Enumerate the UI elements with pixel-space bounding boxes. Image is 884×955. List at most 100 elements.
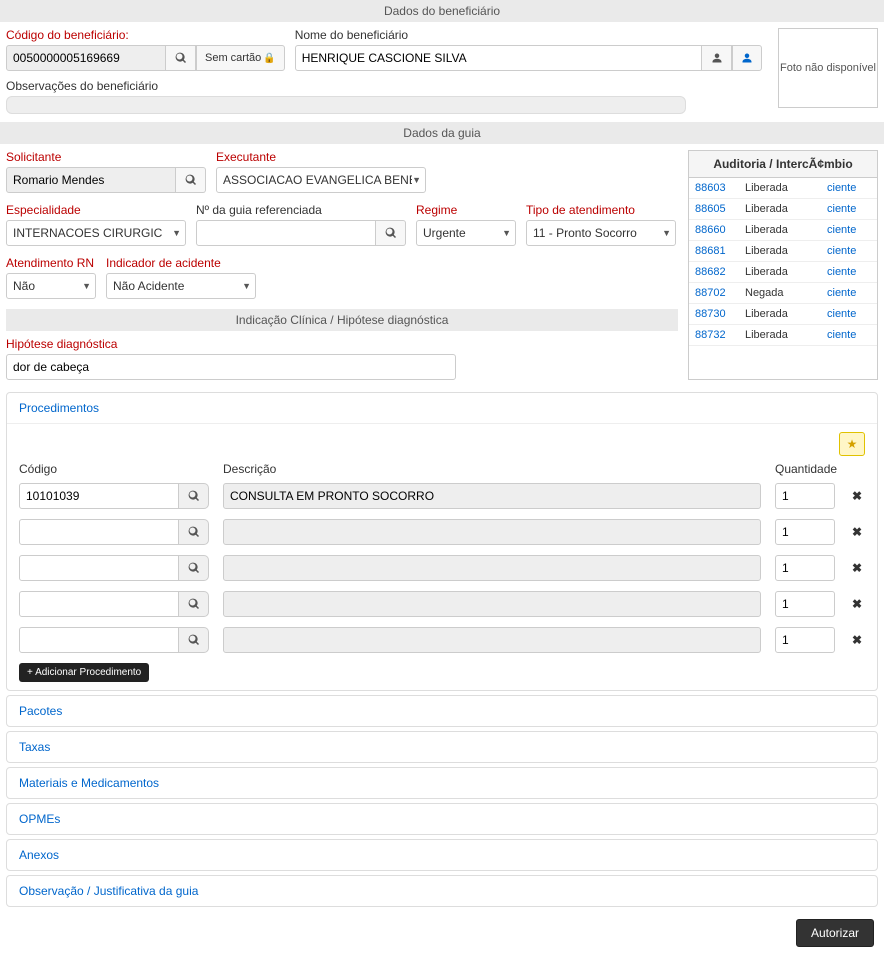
atend-rn-value: Não: [13, 279, 35, 293]
regime-select[interactable]: Urgente ▼: [416, 220, 516, 246]
audit-id[interactable]: 88660: [695, 224, 745, 236]
search-icon: [175, 52, 187, 64]
search-icon: [188, 526, 200, 538]
proc-qtd-input[interactable]: [775, 555, 835, 581]
audit-body[interactable]: 88603Liberadaciente88605Liberadaciente88…: [689, 178, 877, 346]
proc-qtd-header: Quantidade: [775, 462, 835, 476]
audit-status: Liberada: [745, 266, 827, 278]
tipo-atend-value: 11 - Pronto Socorro: [533, 226, 637, 240]
indicador-label: Indicador de acidente: [106, 256, 256, 270]
proc-search-button[interactable]: [179, 519, 209, 545]
audit-id[interactable]: 88605: [695, 203, 745, 215]
audit-id[interactable]: 88702: [695, 287, 745, 299]
codigo-beneficiario-label: Código do beneficiário:: [6, 28, 285, 42]
search-guia-button[interactable]: [376, 220, 406, 246]
proc-row: ✖: [19, 519, 865, 545]
proc-search-button[interactable]: [179, 555, 209, 581]
audit-action[interactable]: ciente: [827, 203, 867, 215]
proc-codigo-input[interactable]: [19, 591, 179, 617]
proc-remove-button[interactable]: ✖: [849, 633, 865, 647]
tab-procedimentos[interactable]: Procedimentos: [7, 393, 877, 423]
proc-codigo-input[interactable]: [19, 627, 179, 653]
proc-codigo-input[interactable]: [19, 483, 179, 509]
audit-row: 88732Liberadaciente: [689, 325, 877, 346]
proc-remove-button[interactable]: ✖: [849, 525, 865, 539]
proc-remove-button[interactable]: ✖: [849, 489, 865, 503]
user-add-button[interactable]: [732, 45, 762, 71]
proc-desc-input: [223, 483, 761, 509]
proc-desc-input: [223, 627, 761, 653]
sem-cartao-label: Sem cartão: [205, 52, 261, 64]
proc-qtd-input[interactable]: [775, 627, 835, 653]
tipo-atend-select[interactable]: 11 - Pronto Socorro ▼: [526, 220, 676, 246]
proc-search-button[interactable]: [179, 591, 209, 617]
tab-taxas[interactable]: Taxas: [7, 732, 877, 762]
audit-header: Auditoria / IntercÃ¢mbio: [689, 151, 877, 178]
tab-observacao[interactable]: Observação / Justificativa da guia: [7, 876, 877, 906]
proc-search-button[interactable]: [179, 627, 209, 653]
tab-anexos[interactable]: Anexos: [7, 840, 877, 870]
audit-id[interactable]: 88682: [695, 266, 745, 278]
proc-codigo-input[interactable]: [19, 555, 179, 581]
audit-action[interactable]: ciente: [827, 182, 867, 194]
proc-desc-header: Descrição: [223, 462, 761, 476]
obs-beneficiario-field: [6, 96, 686, 114]
audit-id[interactable]: 88681: [695, 245, 745, 257]
autorizar-button[interactable]: Autorizar: [796, 919, 874, 947]
section-header-beneficiario: Dados do beneficiário: [0, 0, 884, 22]
num-guia-input[interactable]: [196, 220, 376, 246]
indicador-select[interactable]: Não Acidente ▼: [106, 273, 256, 299]
proc-search-button[interactable]: [179, 483, 209, 509]
user-info-button[interactable]: [702, 45, 732, 71]
lock-icon: 🔒: [263, 53, 275, 64]
audit-id[interactable]: 88730: [695, 308, 745, 320]
star-button[interactable]: ★: [839, 432, 865, 456]
proc-codigo-header: Código: [19, 462, 209, 476]
search-icon: [185, 174, 197, 186]
codigo-beneficiario-input[interactable]: [6, 45, 166, 71]
proc-remove-button[interactable]: ✖: [849, 561, 865, 575]
tab-opmes[interactable]: OPMEs: [7, 804, 877, 834]
proc-row: ✖: [19, 483, 865, 509]
section-header-hipotese: Indicação Clínica / Hipótese diagnóstica: [6, 309, 678, 331]
audit-row: 88682Liberadaciente: [689, 262, 877, 283]
sem-cartao-button[interactable]: Sem cartão🔒: [196, 45, 285, 71]
proc-codigo-input[interactable]: [19, 519, 179, 545]
audit-action[interactable]: ciente: [827, 287, 867, 299]
audit-action[interactable]: ciente: [827, 308, 867, 320]
add-procedimento-button[interactable]: + Adicionar Procedimento: [19, 663, 149, 682]
proc-qtd-input[interactable]: [775, 483, 835, 509]
hipotese-label: Hipótese diagnóstica: [6, 337, 678, 351]
nome-beneficiario-input[interactable]: [295, 45, 702, 71]
regime-label: Regime: [416, 203, 516, 217]
solicitante-input[interactable]: [6, 167, 176, 193]
audit-id[interactable]: 88732: [695, 329, 745, 341]
section-header-guia: Dados da guia: [0, 122, 884, 144]
audit-panel: Auditoria / IntercÃ¢mbio 88603Liberadaci…: [688, 150, 878, 380]
audit-status: Liberada: [745, 182, 827, 194]
especialidade-select[interactable]: INTERNACOES CIRURGIC ▼: [6, 220, 186, 246]
audit-action[interactable]: ciente: [827, 266, 867, 278]
proc-qtd-input[interactable]: [775, 591, 835, 617]
photo-placeholder: Foto não disponível: [778, 28, 878, 108]
nome-beneficiario-label: Nome do beneficiário: [295, 28, 762, 42]
hipotese-input[interactable]: [6, 354, 456, 380]
star-icon: ★: [847, 437, 858, 451]
chevron-down-icon: ▼: [502, 228, 511, 238]
proc-remove-button[interactable]: ✖: [849, 597, 865, 611]
tab-materiais[interactable]: Materiais e Medicamentos: [7, 768, 877, 798]
user-icon: [711, 52, 723, 64]
audit-id[interactable]: 88603: [695, 182, 745, 194]
proc-desc-input: [223, 519, 761, 545]
atend-rn-label: Atendimento RN: [6, 256, 96, 270]
executante-select[interactable]: ASSOCIACAO EVANGELICA BENEFI ▼: [216, 167, 426, 193]
audit-status: Liberada: [745, 308, 827, 320]
audit-action[interactable]: ciente: [827, 329, 867, 341]
proc-qtd-input[interactable]: [775, 519, 835, 545]
tab-pacotes[interactable]: Pacotes: [7, 696, 877, 726]
audit-action[interactable]: ciente: [827, 245, 867, 257]
atend-rn-select[interactable]: Não ▼: [6, 273, 96, 299]
search-solicitante-button[interactable]: [176, 167, 206, 193]
audit-action[interactable]: ciente: [827, 224, 867, 236]
search-beneficiario-button[interactable]: [166, 45, 196, 71]
